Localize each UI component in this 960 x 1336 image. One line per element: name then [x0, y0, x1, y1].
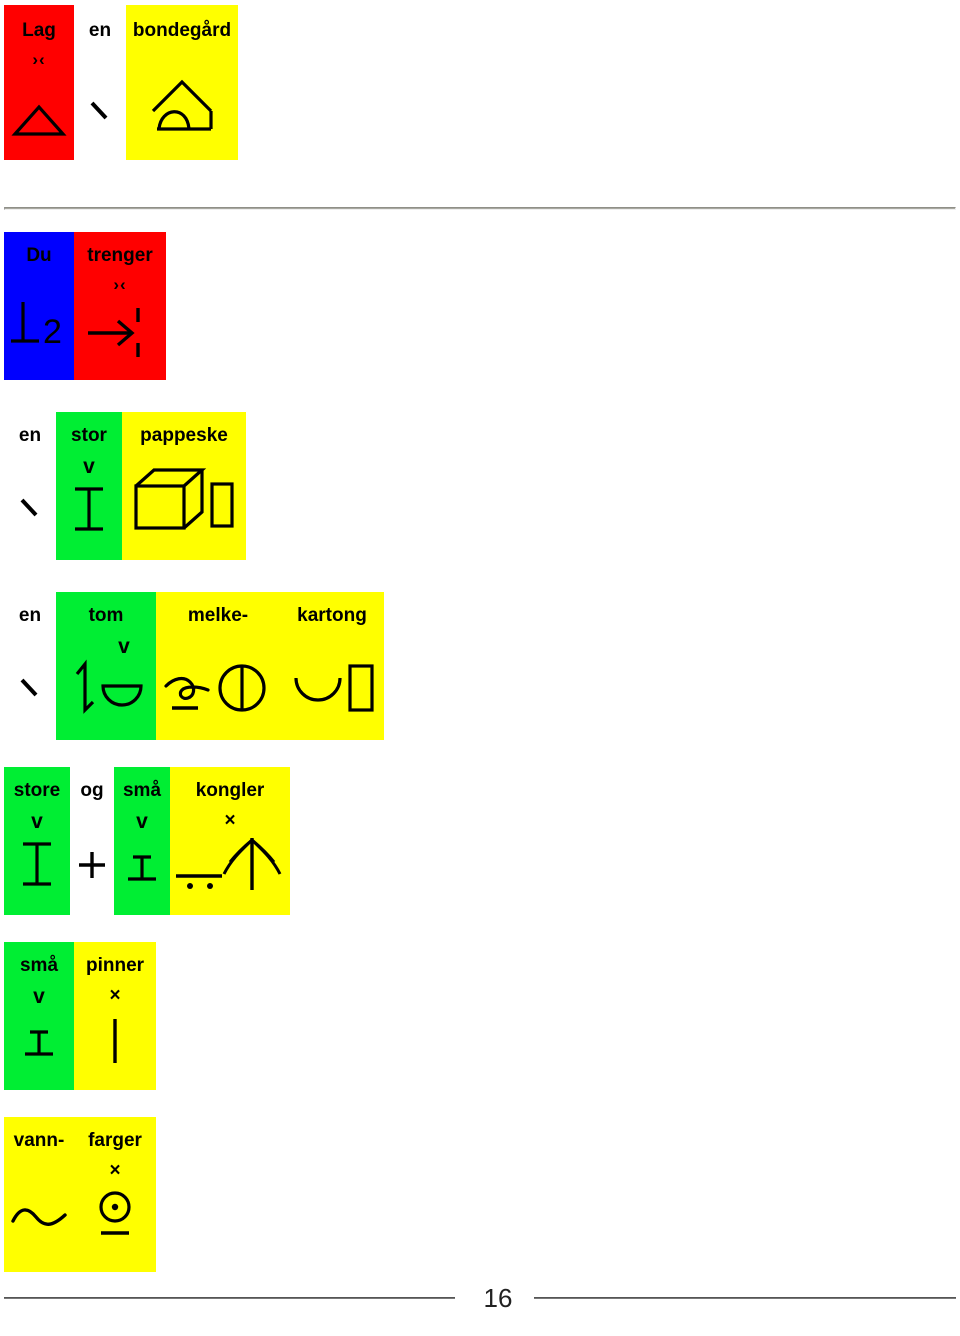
colour-eye-icon — [74, 1187, 156, 1243]
symbol-label-pappeske: pappeske — [140, 425, 228, 446]
symbol-row-en-tom-melke-kartong: en tom v melke- kartong — [4, 592, 384, 740]
symbol-card-du[interactable]: Du 2 — [4, 232, 74, 380]
small-measure-icon — [114, 845, 170, 893]
symbol-card-tom[interactable]: tom v — [56, 592, 156, 740]
symbol-card-pinner[interactable]: pinner × — [74, 942, 156, 1090]
symbol-card-sma-1[interactable]: små v — [114, 767, 170, 915]
plural-marker-kongler: × — [224, 810, 236, 831]
symbol-label-tom: tom — [88, 605, 124, 626]
symbol-label-kongler: kongler — [195, 780, 265, 801]
symbol-label-du: Du — [26, 245, 52, 266]
word-en-3: en — [4, 592, 56, 740]
symbol-label-og: og — [80, 780, 104, 801]
footer-divider-right — [534, 1297, 956, 1299]
backslash-stroke-icon — [4, 490, 56, 524]
triangle-roof-icon — [4, 100, 74, 140]
symbol-row-sma-pinner: små v pinner × — [4, 942, 156, 1090]
empty-container-icon — [56, 658, 156, 720]
milk-cow-liquid-icon — [156, 658, 280, 720]
word-en-2: en — [4, 412, 56, 560]
backslash-stroke-icon — [4, 670, 56, 704]
symbol-label-bondegard: bondegård — [132, 20, 232, 41]
symbol-row-lag-en-bondegard: Lag ›‹ en bondegård — [4, 5, 238, 160]
page-canvas: Lag ›‹ en bondegård Du 2 trenger ›‹ en s… — [0, 0, 960, 1336]
adjective-marker-sma-1: v — [136, 810, 148, 833]
word-en-1: en — [74, 5, 126, 160]
symbol-label-sma-1: små — [122, 780, 162, 801]
big-measure-icon — [4, 835, 70, 893]
farm-house-icon — [126, 75, 238, 137]
symbol-card-farger[interactable]: farger × — [74, 1117, 156, 1272]
symbol-card-bondegard[interactable]: bondegård — [126, 5, 238, 160]
adjective-marker-sma-2: v — [33, 985, 45, 1008]
symbol-label-farger: farger — [88, 1130, 142, 1151]
symbol-label-en-1: en — [88, 20, 112, 41]
cardboard-box-icon — [122, 464, 246, 536]
symbol-label-kartong: kartong — [297, 605, 367, 626]
pine-cone-icon — [170, 831, 290, 895]
symbol-card-pappeske[interactable]: pappeske — [122, 412, 246, 560]
symbol-label-en-3: en — [18, 605, 42, 626]
symbol-label-en-2: en — [18, 425, 42, 446]
symbol-card-kongler[interactable]: kongler × — [170, 767, 290, 915]
svg-text:2: 2 — [43, 313, 62, 351]
small-measure-icon — [4, 1020, 74, 1068]
symbol-label-store: store — [13, 780, 61, 801]
symbol-card-store[interactable]: store v — [4, 767, 70, 915]
adjective-marker-store: v — [31, 810, 43, 833]
person-two-icon: 2 — [4, 294, 74, 354]
water-wave-icon — [4, 1195, 74, 1239]
symbol-card-trenger[interactable]: trenger ›‹ — [74, 232, 166, 380]
big-measure-icon — [56, 480, 122, 538]
symbol-card-kartong[interactable]: kartong — [280, 592, 384, 740]
symbol-card-melke[interactable]: melke- — [156, 592, 280, 740]
carton-container-icon — [280, 658, 384, 720]
header-divider — [4, 207, 956, 210]
symbol-label-lag: Lag — [22, 20, 56, 41]
page-number: 16 — [483, 1283, 513, 1313]
creation-marker-trenger: ›‹ — [113, 275, 127, 294]
word-og: og — [70, 767, 114, 915]
symbol-card-lag[interactable]: Lag ›‹ — [4, 5, 74, 160]
symbol-label-sma-2: små — [19, 955, 59, 976]
symbol-row-du-trenger: Du 2 trenger ›‹ — [4, 232, 166, 380]
symbol-card-vann[interactable]: vann- — [4, 1117, 74, 1272]
stick-line-icon — [74, 1014, 156, 1068]
adjective-marker-stor: v — [83, 455, 95, 478]
backslash-stroke-icon — [74, 93, 126, 127]
symbol-label-vann: vann- — [13, 1130, 65, 1151]
symbol-label-stor: stor — [71, 425, 107, 446]
symbol-label-melke: melke- — [187, 605, 249, 626]
creation-marker-lag: ›‹ — [32, 50, 46, 69]
plural-marker-farger: × — [109, 1160, 121, 1181]
symbol-card-sma-2[interactable]: små v — [4, 942, 74, 1090]
footer-divider-left — [4, 1297, 455, 1299]
symbol-row-en-stor-pappeske: en stor v pappeske — [4, 412, 246, 560]
symbol-row-store-og-sma-kongler: store v og små v kongler × — [4, 767, 290, 915]
arrow-need-icon — [74, 302, 166, 360]
symbol-label-trenger: trenger — [87, 245, 153, 266]
symbol-card-stor[interactable]: stor v — [56, 412, 122, 560]
symbol-label-pinner: pinner — [85, 955, 145, 976]
plus-icon — [70, 847, 114, 883]
symbol-row-vann-farger: vann- farger × — [4, 1117, 156, 1272]
plural-marker-pinner: × — [109, 985, 121, 1006]
